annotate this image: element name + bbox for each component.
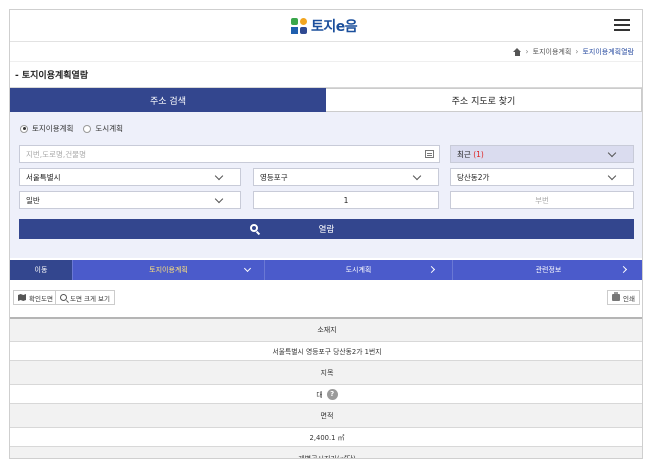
recent-count: (1) [473,149,484,159]
section-navbar: 이동 토지이용계획 도시계획 관련정보 [10,260,642,280]
radio-unchecked-icon[interactable] [83,124,92,133]
main-number-value: 1 [343,195,349,205]
nav-label: 도시계획 [345,266,372,274]
location-header: 소재지 [10,317,642,341]
tab-address-search[interactable]: 주소 검색 [10,88,326,112]
home-icon[interactable] [513,47,522,56]
breadcrumb: › 토지이용계획 › 토지이용계획열람 [10,42,642,62]
zoom-in-icon [60,294,67,301]
zoom-map-label: 도면 크게 보기 [70,294,111,303]
page-title: - 토지이용계획열람 [10,62,642,88]
plan-type-radios: 토지이용계획 도시계획 [20,123,123,134]
city-select[interactable]: 서울특별시 [19,168,241,186]
chevron-down-icon [607,148,617,158]
chevron-down-icon [412,171,422,181]
nav-city-plan[interactable]: 도시계획 [264,260,452,280]
search-tabs: 주소 검색 주소 지도로 찾기 [10,88,642,112]
area-value: 2,400.1 ㎡ [10,427,642,446]
breadcrumb-item-current[interactable]: 토지이용계획열람 [582,47,634,57]
main-number-input[interactable]: 1 [253,191,439,209]
city-value: 서울특별시 [26,172,61,182]
view-button[interactable]: 열람 [19,219,634,239]
breadcrumb-separator-icon: › [525,47,529,56]
logo-text: 토지e음 [311,19,358,35]
help-icon[interactable]: ? [326,388,338,400]
district-value: 영등포구 [260,172,288,182]
nav-label: 관련정보 [535,266,562,274]
search-panel: 토지이용계획 도시계획 지번,도로명,건물명 최근 (1) 서울특별시 영등포구… [10,112,642,258]
location-value: 서울특별시 영등포구 당산동2가 1번지 [10,341,642,360]
chevron-down-icon [243,264,252,273]
breadcrumb-item-land-use[interactable]: 토지이용계획 [533,47,572,57]
radio-label: 도시계획 [95,124,124,133]
page-frame: 토지e음 › 토지이용계획 › 토지이용계획열람 - 토지이용계획열람 주소 검… [9,9,643,459]
address-search-input[interactable]: 지번,도로명,건물명 [19,145,440,163]
printer-icon [612,292,621,301]
chevron-right-icon [619,265,628,274]
nav-land-use-plan[interactable]: 토지이용계획 [72,260,264,280]
view-button-label: 열람 [318,225,335,235]
print-button[interactable]: 인쇄 [607,290,640,305]
land-type-select[interactable]: 일반 [19,191,241,209]
sub-number-input[interactable]: 부번 [450,191,634,209]
price-header: 개별공시지가(㎡당) [10,446,642,458]
district-select[interactable]: 영등포구 [253,168,439,186]
nav-related-info[interactable]: 관련정보 [452,260,642,280]
radio-land-use-plan[interactable]: 토지이용계획 [20,123,73,134]
site-header: 토지e음 [10,10,642,42]
land-type-value: 일반 [26,195,40,205]
print-label: 인쇄 [623,294,635,303]
breadcrumb-separator-icon: › [575,47,579,56]
category-row: 대 ? [10,384,642,403]
confirm-map-label: 확인도면 [29,294,53,303]
nav-move-label: 이동 [10,260,72,280]
search-icon [250,224,258,232]
logo-mark-icon [291,18,307,34]
recent-label: 최근 [457,149,471,159]
confirm-map-button[interactable]: 확인도면 [13,290,58,305]
dong-value: 당산동2가 [457,172,490,182]
radio-city-plan[interactable]: 도시계획 [83,123,123,134]
keyboard-icon[interactable] [425,150,434,158]
result-toolbar: 확인도면 도면 크게 보기 인쇄 [10,280,642,317]
tab-map-search[interactable]: 주소 지도로 찾기 [326,88,642,112]
site-logo[interactable]: 토지e음 [291,16,358,36]
chevron-down-icon [214,171,224,181]
chevron-down-icon [214,194,224,204]
nav-label: 토지이용계획 [149,266,188,274]
zoom-map-button[interactable]: 도면 크게 보기 [55,290,116,305]
chevron-right-icon [427,265,436,274]
land-info-table: 소재지 서울특별시 영등포구 당산동2가 1번지 지목 대 ? 면적 2,400… [10,317,642,458]
recent-search-select[interactable]: 최근 (1) [450,145,634,163]
sub-number-placeholder: 부번 [535,195,549,205]
hamburger-menu-icon[interactable] [614,19,630,31]
area-header: 면적 [10,403,642,427]
radio-checked-icon[interactable] [20,124,28,133]
map-icon [18,294,26,301]
radio-label: 토지이용계획 [32,124,74,133]
address-placeholder: 지번,도로명,건물명 [26,149,86,159]
chevron-down-icon [607,171,617,181]
category-value: 대 [316,391,323,399]
dong-select[interactable]: 당산동2가 [450,168,634,186]
category-header: 지목 [10,360,642,384]
